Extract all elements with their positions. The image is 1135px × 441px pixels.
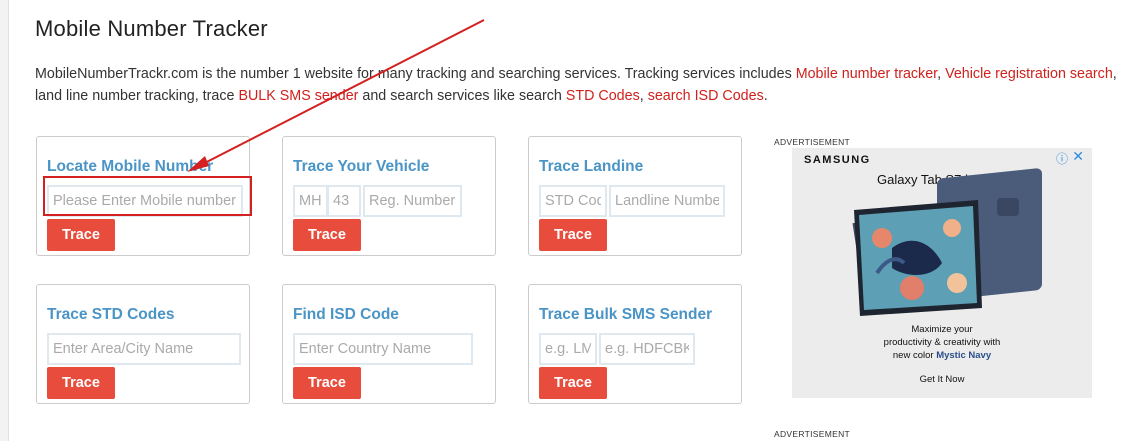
trace-landline-button[interactable]: Trace [539, 219, 607, 251]
ad-tagline-2: productivity & creativity with [883, 337, 1001, 348]
search-isd-codes-link[interactable]: search ISD Codes [648, 88, 764, 104]
intro-text: MobileNumberTrackr.com is the number 1 w… [35, 66, 796, 82]
trace-mobile-button[interactable]: Trace [47, 219, 115, 251]
mobile-number-tracker-link[interactable]: Mobile number tracker [796, 66, 937, 82]
vehicle-rto-code-input[interactable] [327, 185, 361, 217]
card-title: Find ISD Code [293, 306, 399, 323]
tablet-front-icon [854, 200, 982, 316]
trace-vehicle-card: Trace Your Vehicle Trace [282, 136, 496, 256]
intro-separator: , [639, 88, 648, 104]
intro-separator: , [937, 66, 946, 82]
find-isd-card: Find ISD Code Trace [282, 284, 496, 404]
page-title: Mobile Number Tracker [35, 16, 268, 41]
landline-number-input[interactable] [609, 185, 725, 217]
ad-color-name: Mystic Navy [936, 350, 992, 361]
country-name-input[interactable] [293, 333, 473, 365]
ad-tagline-prefix: new color [892, 350, 937, 361]
card-title: Trace Bulk SMS Sender [539, 306, 713, 323]
ad-cta-link[interactable]: Get It Now [792, 374, 1092, 385]
vehicle-state-input[interactable] [293, 185, 328, 217]
ad-tagline-3: new color Mystic Navy [792, 350, 1092, 361]
page-container: Mobile Number Tracker MobileNumberTrackr… [8, 0, 1135, 441]
bulk-sms-sender-link[interactable]: BULK SMS sender [238, 88, 358, 104]
std-code-input[interactable] [539, 185, 607, 217]
card-title: Locate Mobile Number [47, 158, 214, 175]
std-codes-link[interactable]: STD Codes [566, 88, 640, 104]
vehicle-registration-search-link[interactable]: Vehicle registration search [945, 66, 1113, 82]
sms-sender-input[interactable] [599, 333, 695, 365]
intro-text: and search services like search [358, 88, 566, 104]
trace-vehicle-button[interactable]: Trace [293, 219, 361, 251]
ad-tagline-1: Maximize your [911, 324, 973, 335]
trace-isd-button[interactable]: Trace [293, 367, 361, 399]
card-title: Trace Your Vehicle [293, 158, 430, 175]
advertisement-banner[interactable]: SAMSUNG Galaxy Tab S7 | S7+ ⓘ ✕ Maximize… [792, 148, 1092, 398]
trace-landline-card: Trace Landine Trace [528, 136, 742, 256]
trace-std-button[interactable]: Trace [47, 367, 115, 399]
tablet-image [852, 168, 1042, 316]
area-city-input[interactable] [47, 333, 241, 365]
trace-std-card: Trace STD Codes Trace [36, 284, 250, 404]
trace-bulk-sms-card: Trace Bulk SMS Sender Trace [528, 284, 742, 404]
card-title: Trace Landine [539, 158, 644, 175]
trace-bulk-sms-button[interactable]: Trace [539, 367, 607, 399]
ad-label-2: ADVERTISEMENT [774, 429, 851, 439]
card-title: Trace STD Codes [47, 306, 175, 323]
annotation-highlight-box [43, 176, 252, 216]
ad-label: ADVERTISEMENT [774, 137, 851, 147]
intro-paragraph: MobileNumberTrackr.com is the number 1 w… [35, 63, 1125, 107]
sms-code-input[interactable] [539, 333, 597, 365]
vehicle-reg-number-input[interactable] [363, 185, 462, 217]
intro-text: . [763, 88, 768, 104]
